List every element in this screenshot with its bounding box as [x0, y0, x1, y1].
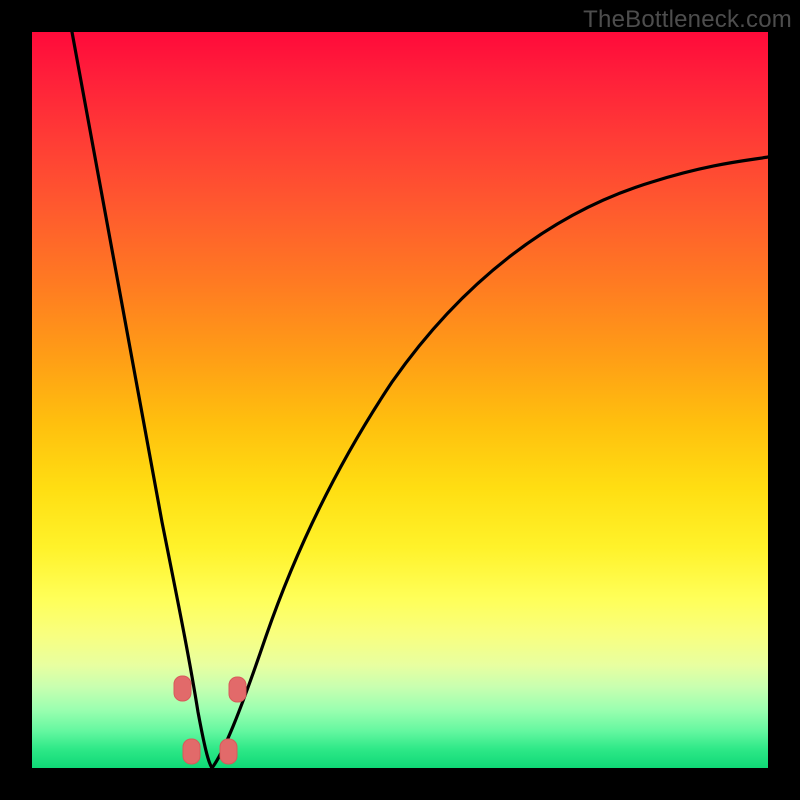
marker-lower-right — [220, 739, 237, 764]
marker-upper-right — [229, 677, 246, 702]
bottleneck-curve-left — [72, 32, 212, 768]
marker-upper-left — [174, 676, 191, 701]
curve-group — [72, 32, 768, 768]
chart-svg — [32, 32, 768, 768]
bottleneck-curve-right — [212, 157, 768, 768]
watermark-text: TheBottleneck.com — [583, 6, 792, 34]
plot-area — [32, 32, 768, 768]
marker-lower-left — [183, 739, 200, 764]
chart-frame: TheBottleneck.com — [0, 0, 800, 800]
